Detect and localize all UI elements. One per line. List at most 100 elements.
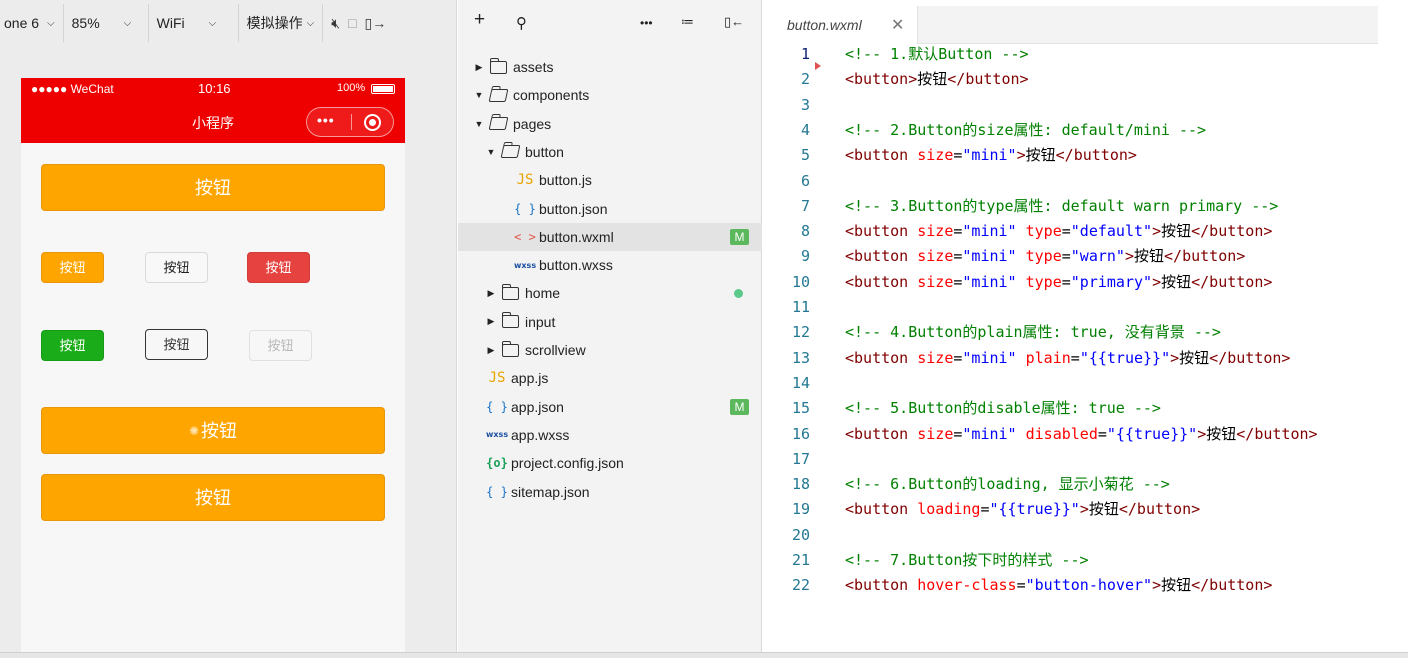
loading-button[interactable]: ✺ 按钮	[41, 407, 385, 454]
code-line[interactable]: 18 <!-- 6.Button的loading, 显示小菊花 -->	[763, 472, 1408, 497]
mini-default-button[interactable]: 按钮	[41, 252, 104, 283]
chevron-right-icon[interactable]: ▶	[484, 316, 498, 327]
line-number: 11	[791, 298, 810, 316]
network-select[interactable]: WiFi ⌵	[149, 4, 239, 42]
wxss-file-icon: wxss	[486, 430, 509, 440]
tree-file[interactable]: wxss button.wxss	[458, 251, 762, 279]
bottom-scrollbar[interactable]	[0, 652, 1408, 658]
code-line[interactable]: 12 <!-- 4.Button的plain属性: true, 没有背景 -->	[763, 320, 1408, 345]
code-line[interactable]: 15 <!-- 5.Button的disable属性: true -->	[763, 396, 1408, 421]
json-file-icon: { }	[486, 484, 508, 499]
capsule-menu[interactable]: •••	[306, 107, 394, 137]
folder-open-icon	[488, 117, 509, 131]
chevron-right-icon[interactable]: ▶	[484, 288, 498, 299]
more-icon[interactable]: •••	[640, 16, 653, 30]
simulator-panel: one 6 ⌵ 85% ⌵ WiFi ⌵ 模拟操作 ⌵ 🔇︎ □ ▯→ ●●●●…	[0, 0, 457, 658]
code-line[interactable]: 11	[763, 295, 1408, 320]
code-line[interactable]: 20	[763, 523, 1408, 548]
tree-file[interactable]: { } sitemap.json	[458, 478, 762, 506]
code-line[interactable]: 10 <button size="mini" type="primary">按钮<…	[763, 270, 1408, 295]
default-button[interactable]: 按钮	[41, 164, 385, 211]
editor-tab[interactable]: button.wxml ✕	[763, 6, 918, 44]
code-line[interactable]: 22 <button hover-class="button-hover">按钮<…	[763, 573, 1408, 598]
code-text: <button size="mini" type="primary">按钮</b…	[845, 272, 1273, 291]
operation-select[interactable]: 模拟操作 ⌵	[239, 4, 324, 42]
tree-file[interactable]: { } button.json	[458, 195, 762, 223]
code-text: <button size="mini">按钮</button>	[845, 146, 1137, 165]
code-line[interactable]: 6	[763, 169, 1408, 194]
code-line[interactable]: 2 <button>按钮</button>	[763, 67, 1408, 92]
code-line[interactable]: 16 <button size="mini" disabled="{{true}}…	[763, 422, 1408, 447]
code-text: <!-- 3.Button的type属性: default warn prima…	[845, 196, 1279, 215]
tree-file[interactable]: JS app.js	[458, 364, 762, 392]
line-number: 20	[791, 525, 810, 544]
code-text: <!-- 5.Button的disable属性: true -->	[845, 399, 1161, 418]
code-editor: button.wxml ✕ 1 <!-- 1.默认Button --> 2 <butt…	[763, 0, 1408, 658]
chevron-down-icon: ⌵	[208, 17, 217, 29]
code-line[interactable]: 3	[763, 93, 1408, 118]
code-line[interactable]: 7 <!-- 3.Button的type属性: default warn prim…	[763, 194, 1408, 219]
tree-item-label: button.wxml	[539, 228, 614, 245]
navigation-bar: 小程序 •••	[21, 100, 405, 143]
more-icon[interactable]: •••	[317, 112, 335, 128]
tree-item-label: button	[525, 143, 564, 160]
loading-spinner-icon: ✺	[188, 424, 200, 438]
device-select[interactable]: one 6 ⌵	[0, 4, 64, 42]
tree-folder[interactable]: ▼ button	[458, 138, 762, 166]
tree-folder[interactable]: ▶ scrollview	[458, 336, 762, 364]
zoom-select[interactable]: 85% ⌵	[64, 4, 149, 42]
tree-folder[interactable]: ▶ assets	[458, 53, 762, 81]
js-file-icon: JS	[516, 172, 534, 189]
code-line[interactable]: 21 <!-- 7.Button按下时的样式 -->	[763, 548, 1408, 573]
code-text: <button size="mini" type="warn">按钮</butt…	[845, 247, 1246, 266]
line-number: 4	[800, 120, 810, 139]
close-miniprogram-icon[interactable]	[364, 114, 381, 131]
code-line[interactable]: 9 <button size="mini" type="warn">按钮</but…	[763, 244, 1408, 269]
code-line[interactable]: 13 <button size="mini" plain="{{true}}">按…	[763, 346, 1408, 371]
code-line[interactable]: 14	[763, 371, 1408, 396]
mini-warn-button[interactable]: 按钮	[247, 252, 310, 283]
tree-file[interactable]: < > button.wxml M	[458, 222, 762, 251]
tree-folder[interactable]: ▶ input	[458, 308, 762, 336]
code-line[interactable]: 8 <button size="mini" type="default">按钮</…	[763, 219, 1408, 244]
tree-file[interactable]: JS button.js	[458, 166, 762, 194]
code-line[interactable]: 1 <!-- 1.默认Button -->	[763, 42, 1408, 67]
code-text: <!-- 7.Button按下时的样式 -->	[845, 551, 1089, 569]
split-icon[interactable]: ▯←	[724, 14, 744, 30]
line-number: 14	[791, 373, 810, 392]
tree-file[interactable]: {o} project.config.json	[458, 449, 762, 477]
tree-folder[interactable]: ▼ components	[458, 81, 762, 109]
code-line[interactable]: 4 <!-- 2.Button的size属性: default/mini -->	[763, 118, 1408, 143]
mini-primary-button[interactable]: 按钮	[41, 330, 104, 361]
code-line[interactable]: 5 <button size="mini">按钮</button>	[763, 143, 1408, 168]
tree-file[interactable]: { } app.json M	[458, 393, 762, 421]
chevron-down-icon[interactable]: ▼	[472, 119, 486, 129]
collapse-icon[interactable]: ≔	[681, 14, 694, 30]
chevron-down-icon[interactable]: ▼	[472, 90, 486, 100]
chevron-down-icon[interactable]: ▼	[484, 147, 498, 157]
line-number: 6	[800, 171, 810, 190]
close-icon[interactable]: ✕	[891, 15, 904, 35]
chevron-down-icon: ⌵	[123, 17, 132, 29]
screen-icon[interactable]: □	[348, 15, 356, 31]
json-file-icon: { }	[486, 399, 508, 414]
code-line[interactable]: 19 <button loading="{{true}}">按钮</button>	[763, 497, 1408, 522]
wxss-file-icon: wxss	[514, 260, 537, 270]
tree-folder[interactable]: ▶ home	[458, 279, 762, 307]
add-icon[interactable]: +	[474, 9, 485, 31]
loading-button-label: 按钮	[201, 421, 238, 441]
line-number: 5	[800, 146, 810, 165]
mute-icon[interactable]: 🔇︎	[331, 15, 340, 32]
detach-icon[interactable]: ▯→	[365, 15, 387, 32]
tree-file[interactable]: wxss app.wxss	[458, 421, 762, 449]
tree-folder[interactable]: ▼ pages	[458, 110, 762, 138]
mini-plain-button[interactable]: 按钮	[145, 329, 208, 360]
hover-button[interactable]: 按钮	[41, 474, 385, 521]
mini-gray-button[interactable]: 按钮	[145, 252, 208, 283]
chevron-right-icon[interactable]: ▶	[472, 62, 486, 73]
code-text: <button>按钮</button>	[845, 70, 1029, 89]
tab-filename: button.wxml	[787, 17, 862, 33]
search-icon[interactable]: ⚲	[516, 14, 527, 32]
chevron-right-icon[interactable]: ▶	[484, 345, 498, 356]
code-line[interactable]: 17	[763, 447, 1408, 472]
